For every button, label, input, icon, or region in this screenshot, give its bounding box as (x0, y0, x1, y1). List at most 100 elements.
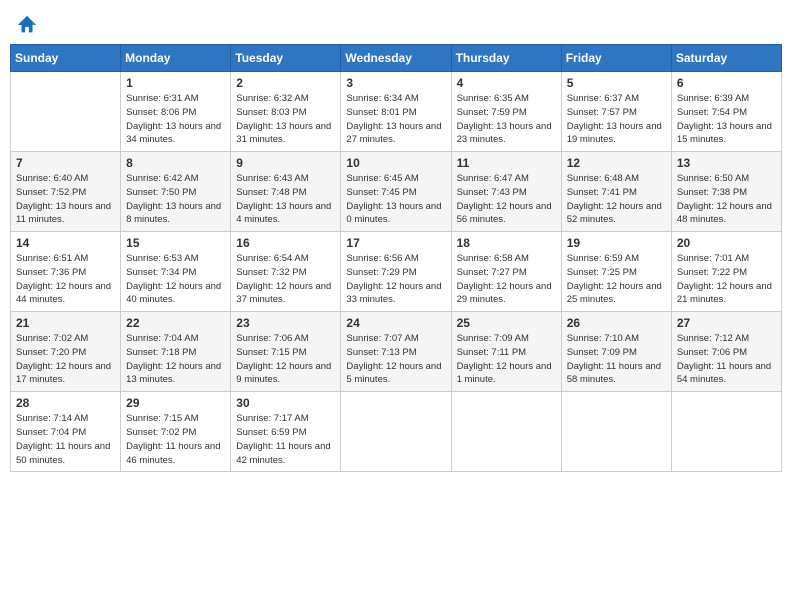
weekday-header: Saturday (671, 45, 781, 72)
day-info: Sunrise: 6:58 AMSunset: 7:27 PMDaylight:… (457, 252, 556, 307)
day-number: 20 (677, 236, 776, 250)
day-info: Sunrise: 7:14 AMSunset: 7:04 PMDaylight:… (16, 412, 115, 467)
calendar-cell: 22 Sunrise: 7:04 AMSunset: 7:18 PMDayligh… (121, 312, 231, 392)
day-number: 18 (457, 236, 556, 250)
calendar-cell: 5 Sunrise: 6:37 AMSunset: 7:57 PMDaylight… (561, 72, 671, 152)
calendar-cell: 27 Sunrise: 7:12 AMSunset: 7:06 PMDayligh… (671, 312, 781, 392)
calendar-cell (561, 392, 671, 472)
page-header (10, 10, 782, 36)
day-number: 13 (677, 156, 776, 170)
day-info: Sunrise: 7:17 AMSunset: 6:59 PMDaylight:… (236, 412, 335, 467)
calendar-cell: 24Sunrise: 7:07 AMSunset: 7:13 PMDayligh… (341, 312, 451, 392)
day-number: 11 (457, 156, 556, 170)
calendar-cell: 3 Sunrise: 6:34 AMSunset: 8:01 PMDaylight… (341, 72, 451, 152)
calendar-cell: 1 Sunrise: 6:31 AMSunset: 8:06 PMDaylight… (121, 72, 231, 152)
day-info: Sunrise: 6:31 AMSunset: 8:06 PMDaylight:… (126, 92, 225, 147)
calendar-cell: 28 Sunrise: 7:14 AMSunset: 7:04 PMDayligh… (11, 392, 121, 472)
calendar-cell: 4 Sunrise: 6:35 AMSunset: 7:59 PMDaylight… (451, 72, 561, 152)
calendar-cell: 14 Sunrise: 6:51 AMSunset: 7:36 PMDayligh… (11, 232, 121, 312)
day-number: 3 (346, 76, 445, 90)
day-info: Sunrise: 7:15 AMSunset: 7:02 PMDaylight:… (126, 412, 225, 467)
calendar-cell: 2 Sunrise: 6:32 AMSunset: 8:03 PMDaylight… (231, 72, 341, 152)
calendar-week-row: 21 Sunrise: 7:02 AMSunset: 7:20 PMDayligh… (11, 312, 782, 392)
day-info: Sunrise: 6:56 AMSunset: 7:29 PMDaylight:… (346, 252, 445, 307)
weekday-header: Thursday (451, 45, 561, 72)
day-number: 6 (677, 76, 776, 90)
day-number: 7 (16, 156, 115, 170)
calendar-week-row: 14 Sunrise: 6:51 AMSunset: 7:36 PMDayligh… (11, 232, 782, 312)
calendar-cell: 20 Sunrise: 7:01 AMSunset: 7:22 PMDayligh… (671, 232, 781, 312)
calendar-cell: 9 Sunrise: 6:43 AMSunset: 7:48 PMDaylight… (231, 152, 341, 232)
day-info: Sunrise: 6:53 AMSunset: 7:34 PMDaylight:… (126, 252, 225, 307)
calendar-cell: 25 Sunrise: 7:09 AMSunset: 7:11 PMDayligh… (451, 312, 561, 392)
day-number: 16 (236, 236, 335, 250)
calendar-cell (11, 72, 121, 152)
calendar-cell (451, 392, 561, 472)
day-number: 14 (16, 236, 115, 250)
day-info: Sunrise: 6:35 AMSunset: 7:59 PMDaylight:… (457, 92, 556, 147)
day-info: Sunrise: 6:45 AMSunset: 7:45 PMDaylight:… (346, 172, 445, 227)
day-info: Sunrise: 7:07 AMSunset: 7:13 PMDaylight:… (346, 332, 445, 387)
weekday-header: Monday (121, 45, 231, 72)
day-number: 15 (126, 236, 225, 250)
calendar-cell (341, 392, 451, 472)
day-number: 23 (236, 316, 335, 330)
day-info: Sunrise: 7:04 AMSunset: 7:18 PMDaylight:… (126, 332, 225, 387)
day-info: Sunrise: 7:02 AMSunset: 7:20 PMDaylight:… (16, 332, 115, 387)
day-info: Sunrise: 6:54 AMSunset: 7:32 PMDaylight:… (236, 252, 335, 307)
calendar-cell: 13 Sunrise: 6:50 AMSunset: 7:38 PMDayligh… (671, 152, 781, 232)
calendar-cell: 8Sunrise: 6:42 AMSunset: 7:50 PMDaylight… (121, 152, 231, 232)
day-info: Sunrise: 6:39 AMSunset: 7:54 PMDaylight:… (677, 92, 776, 147)
day-info: Sunrise: 7:12 AMSunset: 7:06 PMDaylight:… (677, 332, 776, 387)
calendar-cell: 21 Sunrise: 7:02 AMSunset: 7:20 PMDayligh… (11, 312, 121, 392)
calendar-cell: 15 Sunrise: 6:53 AMSunset: 7:34 PMDayligh… (121, 232, 231, 312)
day-info: Sunrise: 6:43 AMSunset: 7:48 PMDaylight:… (236, 172, 335, 227)
day-info: Sunrise: 7:01 AMSunset: 7:22 PMDaylight:… (677, 252, 776, 307)
calendar-cell: 6 Sunrise: 6:39 AMSunset: 7:54 PMDaylight… (671, 72, 781, 152)
day-number: 17 (346, 236, 445, 250)
calendar-cell: 17 Sunrise: 6:56 AMSunset: 7:29 PMDayligh… (341, 232, 451, 312)
calendar-cell: 7Sunrise: 6:40 AMSunset: 7:52 PMDaylight… (11, 152, 121, 232)
day-info: Sunrise: 6:47 AMSunset: 7:43 PMDaylight:… (457, 172, 556, 227)
calendar-cell: 30Sunrise: 7:17 AMSunset: 6:59 PMDayligh… (231, 392, 341, 472)
day-number: 5 (567, 76, 666, 90)
day-number: 22 (126, 316, 225, 330)
calendar-cell: 19Sunrise: 6:59 AMSunset: 7:25 PMDayligh… (561, 232, 671, 312)
day-info: Sunrise: 6:50 AMSunset: 7:38 PMDaylight:… (677, 172, 776, 227)
calendar-cell (671, 392, 781, 472)
day-info: Sunrise: 6:48 AMSunset: 7:41 PMDaylight:… (567, 172, 666, 227)
logo (14, 14, 38, 36)
calendar-cell: 29 Sunrise: 7:15 AMSunset: 7:02 PMDayligh… (121, 392, 231, 472)
day-number: 25 (457, 316, 556, 330)
day-info: Sunrise: 7:06 AMSunset: 7:15 PMDaylight:… (236, 332, 335, 387)
day-number: 2 (236, 76, 335, 90)
calendar-week-row: 7Sunrise: 6:40 AMSunset: 7:52 PMDaylight… (11, 152, 782, 232)
calendar-cell: 23 Sunrise: 7:06 AMSunset: 7:15 PMDayligh… (231, 312, 341, 392)
day-info: Sunrise: 7:10 AMSunset: 7:09 PMDaylight:… (567, 332, 666, 387)
calendar-cell: 18 Sunrise: 6:58 AMSunset: 7:27 PMDayligh… (451, 232, 561, 312)
day-info: Sunrise: 6:37 AMSunset: 7:57 PMDaylight:… (567, 92, 666, 147)
calendar-week-row: 1 Sunrise: 6:31 AMSunset: 8:06 PMDaylight… (11, 72, 782, 152)
day-number: 4 (457, 76, 556, 90)
calendar-cell: 26Sunrise: 7:10 AMSunset: 7:09 PMDayligh… (561, 312, 671, 392)
weekday-header: Friday (561, 45, 671, 72)
weekday-header: Sunday (11, 45, 121, 72)
day-number: 28 (16, 396, 115, 410)
calendar-cell: 12 Sunrise: 6:48 AMSunset: 7:41 PMDayligh… (561, 152, 671, 232)
day-number: 9 (236, 156, 335, 170)
weekday-header: Tuesday (231, 45, 341, 72)
day-number: 27 (677, 316, 776, 330)
day-number: 19 (567, 236, 666, 250)
day-number: 1 (126, 76, 225, 90)
day-info: Sunrise: 7:09 AMSunset: 7:11 PMDaylight:… (457, 332, 556, 387)
day-info: Sunrise: 6:34 AMSunset: 8:01 PMDaylight:… (346, 92, 445, 147)
day-info: Sunrise: 6:51 AMSunset: 7:36 PMDaylight:… (16, 252, 115, 307)
day-number: 29 (126, 396, 225, 410)
day-number: 21 (16, 316, 115, 330)
weekday-header: Wednesday (341, 45, 451, 72)
day-number: 12 (567, 156, 666, 170)
calendar-header-row: SundayMondayTuesdayWednesdayThursdayFrid… (11, 45, 782, 72)
day-info: Sunrise: 6:32 AMSunset: 8:03 PMDaylight:… (236, 92, 335, 147)
calendar-cell: 11 Sunrise: 6:47 AMSunset: 7:43 PMDayligh… (451, 152, 561, 232)
calendar-cell: 10Sunrise: 6:45 AMSunset: 7:45 PMDayligh… (341, 152, 451, 232)
